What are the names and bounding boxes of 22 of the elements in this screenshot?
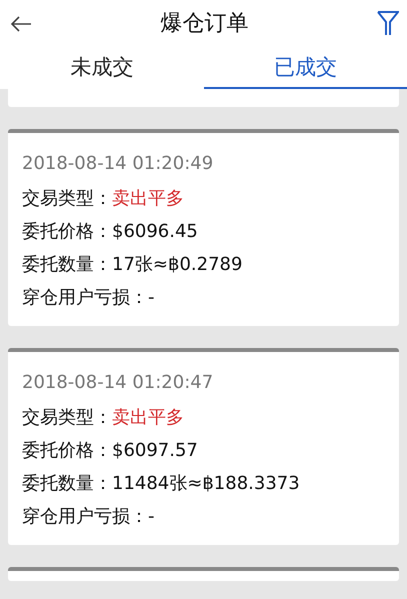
field-value: 17张≈฿0.2789 bbox=[112, 254, 242, 275]
field-label: 委托数量： bbox=[22, 473, 112, 494]
page-title: 爆仓订单 bbox=[160, 10, 248, 38]
field-value: 卖出平多 bbox=[112, 407, 184, 428]
field-value: - bbox=[148, 287, 154, 308]
field-label: 穿仓用户亏损： bbox=[22, 287, 148, 308]
field-label: 委托价格： bbox=[22, 221, 112, 242]
field-label: 委托数量： bbox=[22, 254, 112, 275]
back-arrow-icon[interactable] bbox=[10, 16, 32, 32]
field-value: $6097.57 bbox=[112, 440, 198, 461]
order-time: 2018-08-14 01:20:49 bbox=[22, 153, 214, 174]
tab[interactable]: 未成交 bbox=[0, 46, 204, 89]
field-label: 穿仓用户亏损： bbox=[22, 506, 148, 527]
field-label: 交易类型： bbox=[22, 407, 112, 428]
order-time: 2018-08-14 01:20:47 bbox=[22, 372, 214, 393]
field-value: 11484张≈฿188.3373 bbox=[112, 473, 300, 494]
field-value: $6096.45 bbox=[112, 221, 198, 242]
field-value: - bbox=[148, 506, 154, 527]
field-label: 委托价格： bbox=[22, 440, 112, 461]
field-value: 卖出平多 bbox=[112, 188, 184, 209]
filter-icon[interactable] bbox=[377, 10, 399, 36]
field-label: 交易类型： bbox=[22, 188, 112, 209]
